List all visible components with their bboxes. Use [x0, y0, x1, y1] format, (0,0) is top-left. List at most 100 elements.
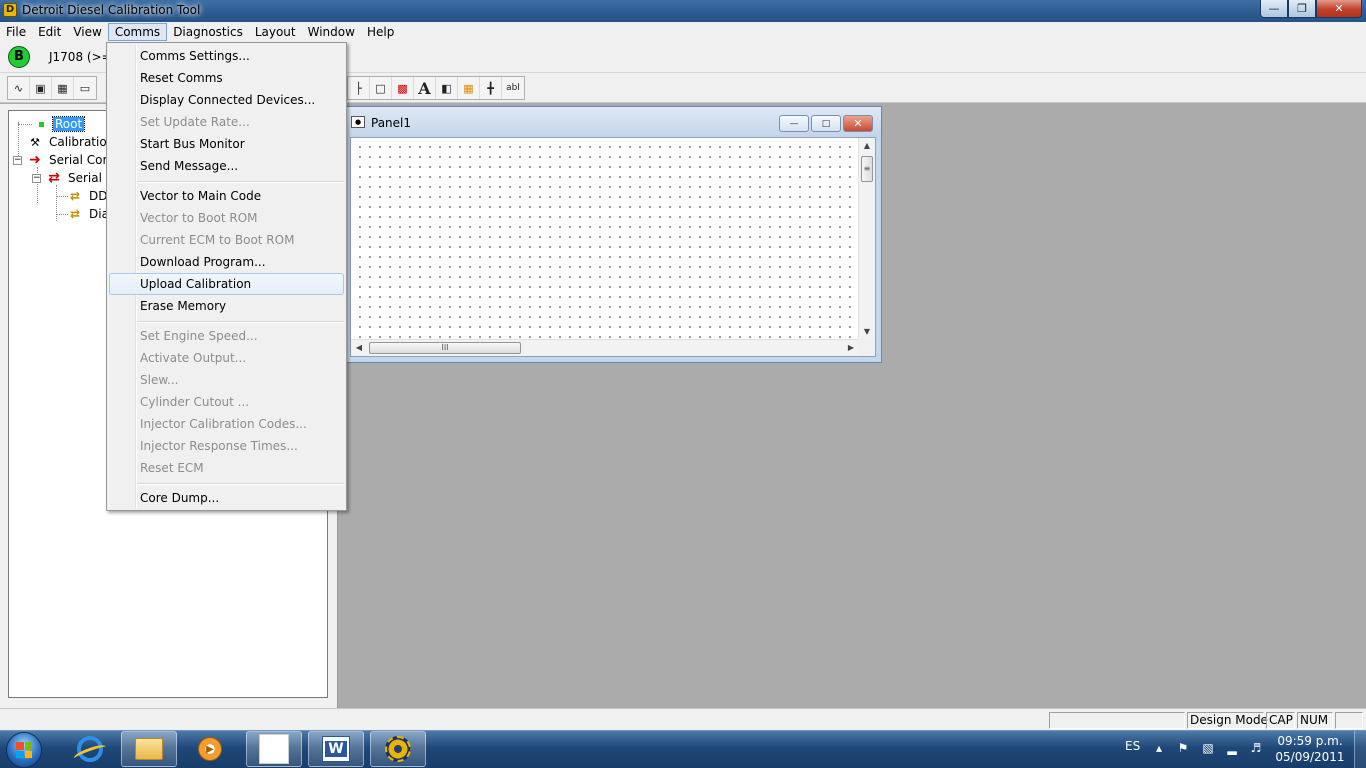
clock-date: 05/09/2011 — [1275, 750, 1345, 764]
close-button[interactable]: ✕ — [1316, 0, 1362, 18]
status-num: NUM — [1297, 712, 1333, 729]
menu-comms[interactable]: Comms — [107, 23, 168, 41]
gauge-tool-icon[interactable]: ▣ — [30, 77, 52, 99]
menu-item-comms-settings[interactable]: Comms Settings... — [109, 45, 344, 67]
tree-item-calibration[interactable]: ⚒ Calibration — [27, 133, 116, 151]
indicator-tool-icon[interactable]: ▩ — [392, 77, 414, 99]
tree-item-dia[interactable]: ⇄ Dia — [67, 205, 111, 223]
menu-item-core-dump[interactable]: Core Dump... — [109, 487, 344, 509]
volume-icon[interactable]: ♬ — [1249, 741, 1263, 755]
language-indicator[interactable]: ES — [1125, 739, 1140, 753]
menu-item-erase-memory[interactable]: Erase Memory — [109, 295, 344, 317]
calibration-tools-icon: ⚒ — [30, 135, 40, 149]
taskbar-calibration-tool[interactable] — [370, 731, 426, 767]
tree-collapse-toggle[interactable]: − — [13, 156, 22, 165]
action-center-flag-icon[interactable]: ⚑ — [1176, 741, 1190, 755]
menu-item-injector-calibration-codes[interactable]: Injector Calibration Codes... — [109, 413, 344, 435]
tree-connector — [18, 124, 32, 125]
menu-item-injector-response-times[interactable]: Injector Response Times... — [109, 435, 344, 457]
taskbar-blank-app[interactable] — [246, 731, 302, 767]
menu-window[interactable]: Window — [302, 23, 361, 41]
slider-tool-icon[interactable]: ├ — [348, 77, 370, 99]
tree-item-serial-comms[interactable]: ➜ Serial Com — [27, 151, 116, 169]
scroll-up-arrow-icon[interactable]: ▲ — [859, 138, 875, 154]
panel-vertical-scrollbar[interactable]: ▲ ≡ ▼ — [858, 138, 875, 340]
menu-item-download-program[interactable]: Download Program... — [109, 251, 344, 273]
window-title: Detroit Diesel Calibration Tool — [22, 3, 201, 17]
title-bar: D Detroit Diesel Calibration Tool — ❐ ✕ — [0, 0, 1366, 22]
scroll-down-arrow-icon[interactable]: ▼ — [859, 324, 875, 340]
menu-item-upload-calibration[interactable]: Upload Calibration — [109, 273, 344, 295]
network-signal-icon[interactable]: ▂ — [1225, 741, 1239, 755]
tree-item-root[interactable]: Root — [33, 115, 86, 133]
panel-maximize-button[interactable]: □ — [811, 115, 841, 132]
menu-layout[interactable]: Layout — [249, 23, 302, 41]
comms-dropdown-menu: Comms Settings... Reset Comms Display Co… — [106, 42, 347, 511]
status-cap: CAP — [1266, 712, 1295, 729]
menu-item-vector-to-boot-rom[interactable]: Vector to Boot ROM — [109, 207, 344, 229]
menu-item-slew[interactable]: Slew... — [109, 369, 344, 391]
device-icon[interactable]: ▧ — [1201, 741, 1215, 755]
folder-icon — [135, 738, 163, 760]
label-tool-icon[interactable]: abl — [502, 77, 524, 99]
menu-item-vector-to-main-code[interactable]: Vector to Main Code — [109, 185, 344, 207]
menu-file[interactable]: File — [0, 23, 32, 41]
menu-item-send-message[interactable]: Send Message... — [109, 155, 344, 177]
scale-tool-icon[interactable]: ╋ — [480, 77, 502, 99]
menu-item-start-bus-monitor[interactable]: Start Bus Monitor — [109, 133, 344, 155]
menu-bar: File Edit View Comms Diagnostics Layout … — [0, 22, 1366, 42]
menu-item-display-connected-devices[interactable]: Display Connected Devices... — [109, 89, 344, 111]
maximize-icon: □ — [821, 118, 831, 129]
menu-item-activate-output[interactable]: Activate Output... — [109, 347, 344, 369]
minimize-button[interactable]: — — [1260, 0, 1288, 18]
button-tool-icon[interactable]: □ — [370, 77, 392, 99]
chart-tool-icon[interactable]: ∿ — [8, 77, 30, 99]
menu-separator — [137, 181, 344, 183]
menu-item-reset-comms[interactable]: Reset Comms — [109, 67, 344, 89]
root-node-icon — [33, 117, 49, 131]
status-mode: Design Mode — [1187, 712, 1268, 729]
menu-diagnostics[interactable]: Diagnostics — [167, 23, 249, 41]
start-button[interactable] — [6, 732, 42, 768]
panel-design-grid[interactable]: ▲ ≡ ▼ ◀ III ▶ — [350, 137, 876, 357]
yellow-arrows-icon: ⇄ — [69, 207, 81, 221]
tree-item-dd[interactable]: ⇄ DD — [67, 187, 109, 205]
taskbar-word[interactable]: W — [308, 731, 364, 767]
menu-item-set-update-rate[interactable]: Set Update Rate... — [109, 111, 344, 133]
picture-tool-icon[interactable]: ◧ — [436, 77, 458, 99]
show-desktop-button[interactable] — [1354, 731, 1366, 768]
horizontal-scroll-thumb[interactable]: III — [369, 342, 521, 354]
red-double-arrow-icon: ⇄ — [48, 170, 60, 186]
vertical-scroll-thumb[interactable]: ≡ — [861, 156, 873, 182]
scroll-right-arrow-icon[interactable]: ▶ — [843, 340, 859, 356]
system-clock[interactable]: 09:59 p.m. 05/09/2011 — [1270, 733, 1350, 765]
scroll-left-arrow-icon[interactable]: ◀ — [351, 340, 367, 356]
panel-minimize-button[interactable]: — — [779, 115, 809, 132]
text-tool-icon[interactable]: A — [414, 77, 436, 99]
table-tool-icon[interactable]: ▦ — [52, 77, 74, 99]
tree-connector — [56, 185, 57, 221]
menu-item-cylinder-cutout[interactable]: Cylinder Cutout ... — [109, 391, 344, 413]
menu-item-set-engine-speed[interactable]: Set Engine Speed... — [109, 325, 344, 347]
frame-tool-icon[interactable]: ▭ — [74, 77, 96, 99]
menu-item-current-ecm-to-boot-rom[interactable]: Current ECM to Boot ROM — [109, 229, 344, 251]
taskbar-media-player[interactable]: ▶ — [182, 731, 238, 767]
bus-indicator-icon[interactable]: B — [8, 46, 30, 68]
menu-item-reset-ecm[interactable]: Reset ECM — [109, 457, 344, 479]
menu-help[interactable]: Help — [361, 23, 400, 41]
minimize-icon: — — [789, 118, 799, 129]
close-icon: ✕ — [853, 117, 863, 130]
menu-separator — [137, 483, 344, 485]
panel-close-button[interactable]: ✕ — [843, 115, 873, 132]
menu-view[interactable]: View — [67, 23, 107, 41]
tree-collapse-toggle[interactable]: − — [32, 174, 41, 183]
maximize-button[interactable]: ❐ — [1288, 0, 1316, 18]
menu-edit[interactable]: Edit — [32, 23, 67, 41]
taskbar-internet-explorer[interactable] — [62, 731, 118, 767]
led-tool-icon[interactable]: ▦ — [458, 77, 480, 99]
taskbar-file-explorer[interactable] — [121, 731, 177, 767]
show-hidden-icons-icon[interactable]: ▴ — [1152, 741, 1166, 755]
panel-title-bar[interactable]: ● Panel1 — □ ✕ — [345, 107, 881, 137]
panel-horizontal-scrollbar[interactable]: ◀ III ▶ — [351, 339, 859, 356]
status-bar: Design Mode CAP NUM — [0, 708, 1366, 730]
